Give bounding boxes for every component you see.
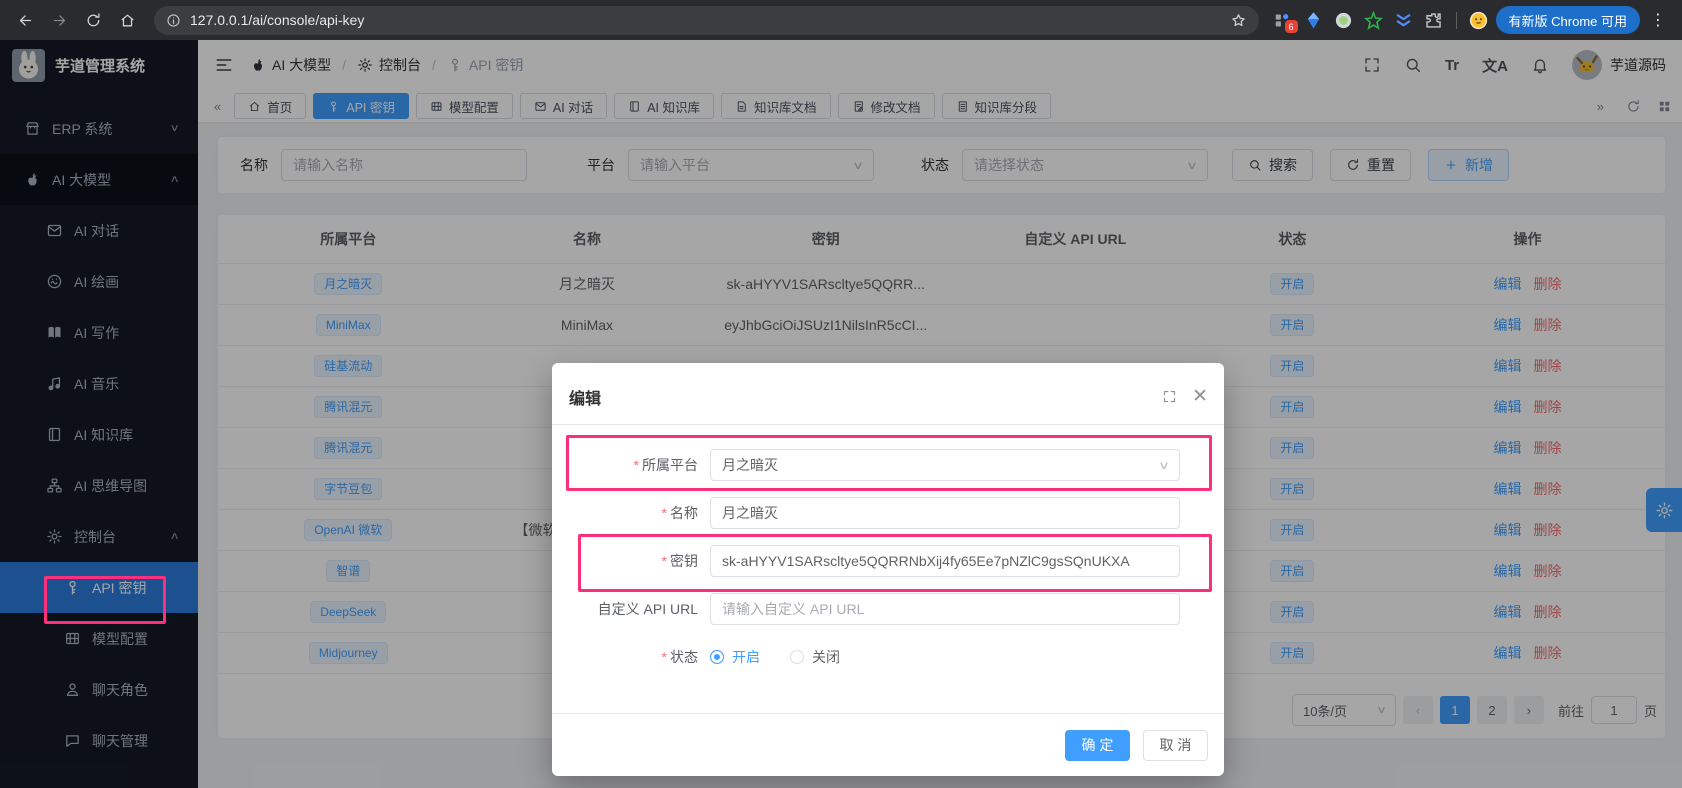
extension-star-icon[interactable] bbox=[1361, 7, 1387, 33]
toolbar-divider bbox=[1455, 11, 1457, 29]
extension-chevrons-icon[interactable] bbox=[1391, 7, 1417, 33]
status-on-radio[interactable]: 开启 bbox=[710, 647, 760, 667]
status-field-label: 状态 bbox=[670, 649, 698, 665]
status-field-row: * 状态 开启 关闭 bbox=[552, 641, 1224, 673]
dialog-footer: 确 定 取 消 bbox=[552, 713, 1224, 776]
reload-button[interactable] bbox=[78, 5, 108, 35]
radio-dot-icon bbox=[710, 650, 724, 664]
dialog-title: 编辑 bbox=[569, 390, 602, 408]
extension-kite-icon[interactable] bbox=[1301, 7, 1327, 33]
url-field-input[interactable] bbox=[710, 593, 1180, 625]
key-field-label: 密钥 bbox=[670, 553, 698, 569]
url-text: 127.0.0.1/ai/console/api-key bbox=[190, 12, 365, 28]
site-info-icon[interactable] bbox=[166, 13, 181, 28]
back-button[interactable] bbox=[10, 5, 40, 35]
confirm-button[interactable]: 确 定 bbox=[1065, 729, 1130, 761]
dialog-close-icon[interactable]: ✕ bbox=[1192, 387, 1208, 406]
key-field-row: * 密钥 bbox=[552, 545, 1224, 577]
radio-dot-icon bbox=[790, 650, 804, 664]
profile-avatar-icon[interactable] bbox=[1466, 7, 1492, 33]
required-asterisk: * bbox=[661, 649, 667, 665]
dialog-header: 编辑 ✕ bbox=[552, 363, 1224, 425]
extension-blocks-icon[interactable]: 6 bbox=[1271, 7, 1298, 33]
name-field-row: * 名称 bbox=[552, 497, 1224, 529]
platform-field-label: 所属平台 bbox=[642, 457, 698, 473]
status-radio-group: 开启 关闭 bbox=[710, 647, 840, 667]
status-off-radio[interactable]: 关闭 bbox=[790, 647, 840, 667]
bookmark-star-icon[interactable] bbox=[1230, 12, 1247, 29]
extensions-puzzle-icon[interactable] bbox=[1421, 7, 1447, 33]
browser-window: 127.0.0.1/ai/console/api-key 6 有新版 Chrom… bbox=[0, 0, 1682, 788]
name-field-label: 名称 bbox=[670, 505, 698, 521]
platform-field-select[interactable]: 月之暗灭 ∨ bbox=[710, 449, 1180, 481]
key-field-input[interactable] bbox=[710, 545, 1180, 577]
edit-dialog: 编辑 ✕ *所属平台 月之暗灭 ∨ *名称 *密钥 bbox=[552, 363, 1224, 776]
chrome-update-button[interactable]: 有新版 Chrome 可用 bbox=[1495, 6, 1640, 34]
browser-home-button[interactable] bbox=[112, 5, 142, 35]
browser-menu-icon[interactable]: ⋮ bbox=[1644, 10, 1672, 30]
browser-toolbar: 127.0.0.1/ai/console/api-key 6 有新版 Chrom… bbox=[0, 0, 1682, 40]
extension-ring-icon[interactable] bbox=[1331, 7, 1357, 33]
required-asterisk: * bbox=[633, 457, 639, 473]
address-bar[interactable]: 127.0.0.1/ai/console/api-key bbox=[154, 5, 1259, 35]
extension-badge: 6 bbox=[1284, 20, 1298, 33]
chevron-down-icon: ∨ bbox=[1157, 459, 1171, 472]
required-asterisk: * bbox=[661, 553, 667, 569]
dialog-fullscreen-icon[interactable] bbox=[1162, 389, 1177, 404]
forward-button[interactable] bbox=[44, 5, 74, 35]
dialog-form: *所属平台 月之暗灭 ∨ *名称 *密钥 自定义 API URL *状态 bbox=[552, 425, 1224, 673]
url-field-row: 自定义 API URL bbox=[552, 593, 1224, 625]
url-field-label: 自定义 API URL bbox=[597, 601, 698, 617]
name-field-input[interactable] bbox=[710, 497, 1180, 529]
required-asterisk: * bbox=[661, 505, 667, 521]
cancel-button[interactable]: 取 消 bbox=[1143, 729, 1208, 761]
platform-field-row: * 所属平台 月之暗灭 ∨ bbox=[552, 449, 1224, 481]
